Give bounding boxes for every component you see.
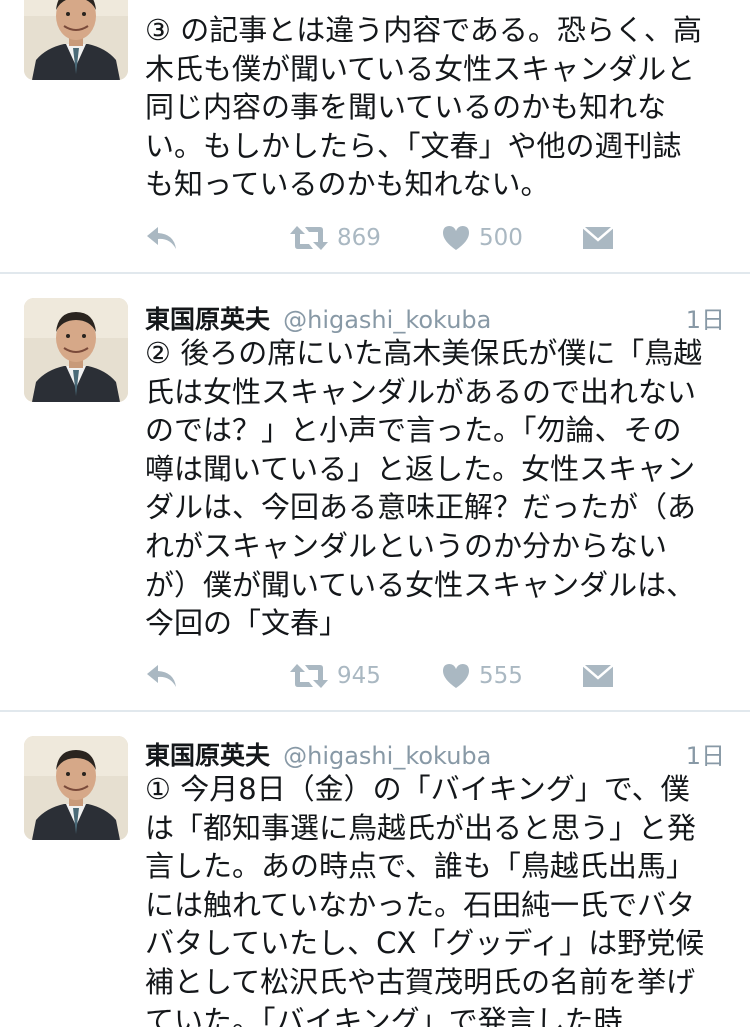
retweet-count: 869 — [337, 225, 381, 251]
tweet[interactable]: ③ の記事とは違う内容である。恐らく、高 木氏も僕が聞いている女性スキャンダルと… — [0, 0, 750, 272]
reply-button[interactable] — [145, 656, 179, 696]
author-name[interactable]: 東国原英夫 — [145, 741, 270, 770]
heart-icon — [441, 662, 471, 690]
direct-message-button[interactable] — [581, 218, 615, 258]
timestamp: 1日 — [685, 306, 725, 334]
tweet-actions: 869 500 — [145, 218, 625, 258]
like-button[interactable]: 555 — [441, 656, 523, 696]
retweet-count: 945 — [337, 663, 381, 689]
direct-message-envelope-icon — [581, 224, 615, 252]
reply-arrow-icon — [145, 224, 179, 252]
avatar[interactable] — [24, 0, 128, 80]
direct-message-envelope-icon — [581, 662, 615, 690]
like-button[interactable]: 500 — [441, 218, 523, 258]
tweet-actions: 945 555 — [145, 656, 625, 696]
avatar[interactable] — [24, 298, 128, 402]
like-count: 500 — [479, 225, 523, 251]
author-name[interactable]: 東国原英夫 — [145, 305, 270, 334]
tweet-text: ③ の記事とは違う内容である。恐らく、高 木氏も僕が聞いている女性スキャンダルと… — [145, 13, 702, 202]
tweet[interactable]: 東国原英夫 @higashi_kokuba 1日 ① 今月8日（金）の「バイキン… — [0, 712, 750, 1027]
retweet-button[interactable]: 945 — [289, 656, 381, 696]
tweet[interactable]: 東国原英夫 @higashi_kokuba 1日 ② 後ろの席にいた高木美保氏が… — [0, 274, 750, 710]
retweet-icon — [289, 662, 329, 690]
direct-message-button[interactable] — [581, 656, 615, 696]
reply-arrow-icon — [145, 662, 179, 690]
tweet-text: ② 後ろの席にいた高木美保氏が僕に「鳥越 氏は女性スキャンダルがあるので出れない… — [145, 336, 703, 641]
retweet-icon — [289, 224, 329, 252]
retweet-button[interactable]: 869 — [289, 218, 381, 258]
author-handle[interactable]: @higashi_kokuba — [283, 306, 491, 334]
like-count: 555 — [479, 663, 523, 689]
avatar[interactable] — [24, 736, 128, 840]
heart-icon — [441, 224, 471, 252]
reply-button[interactable] — [145, 218, 179, 258]
tweet-header: 東国原英夫 @higashi_kokuba 1日 — [145, 300, 725, 334]
author-handle[interactable]: @higashi_kokuba — [283, 742, 491, 770]
tweet-text: ① 今月8日（金）の「バイキング」で、僕 は「都知事選に鳥越氏が出ると思う」と発… — [145, 772, 705, 1027]
timestamp: 1日 — [685, 742, 725, 770]
tweet-header: 東国原英夫 @higashi_kokuba 1日 — [145, 736, 725, 770]
